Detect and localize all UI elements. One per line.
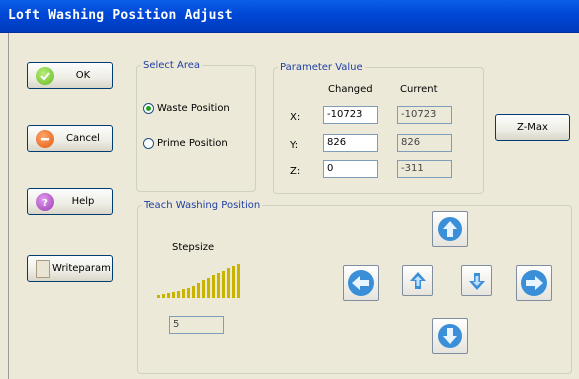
move-down-button[interactable] [432,318,468,354]
z-down-icon [468,272,485,290]
parameter-value-legend: Parameter Value [280,62,363,73]
ok-button-label: OK [75,70,91,81]
ok-button[interactable]: OK [27,62,113,89]
select-area-legend: Select Area [143,60,201,71]
arrow-left-icon [348,270,374,296]
z-down-button[interactable] [461,265,492,296]
stepsize-bars [157,264,240,298]
document-icon [36,259,50,278]
window-left-border [8,33,9,379]
stepsize-value: 5 [169,316,224,334]
y-changed-input[interactable]: 826 [323,134,378,152]
y-axis-label: Y: [290,140,299,151]
cancel-button[interactable]: Cancel [27,125,113,152]
prime-position-radio[interactable] [143,138,154,149]
move-up-button[interactable] [432,211,468,247]
changed-column-header: Changed [328,84,373,95]
z-max-button-label: Z-Max [517,122,548,133]
arrow-right-icon [521,270,547,296]
z-up-icon [409,271,426,289]
waste-position-label[interactable]: Waste Position [157,103,230,114]
x-current-value: -10723 [397,106,452,124]
question-icon: ? [36,192,54,211]
writeparam-button-label: Writeparam [52,263,111,274]
z-axis-label: Z: [290,166,301,177]
teach-washing-legend: Teach Washing Position [144,200,261,211]
z-changed-input[interactable]: 0 [323,160,378,178]
minus-icon [36,129,54,148]
arrow-up-icon [438,217,462,241]
parameter-value-group: Parameter Value [273,62,484,194]
move-left-button[interactable] [343,265,379,301]
writeparam-button[interactable]: Writeparam [27,255,113,282]
current-column-header: Current [400,84,438,95]
help-button[interactable]: ? Help [27,188,113,215]
move-right-button[interactable] [516,265,552,301]
arrow-down-icon [438,324,462,348]
stepsize-slider[interactable] [157,262,245,302]
x-axis-label: X: [290,112,301,123]
window-title: Loft Washing Position Adjust [8,8,233,23]
z-up-button[interactable] [402,265,433,296]
x-changed-input[interactable]: -10723 [323,106,378,124]
check-icon [36,66,54,85]
z-max-button[interactable]: Z-Max [495,114,570,141]
cancel-button-label: Cancel [66,133,100,144]
select-area-group: Select Area [136,60,256,192]
title-bar[interactable]: Loft Washing Position Adjust [0,0,579,33]
dialog-window: Loft Washing Position Adjust OK Cancel ?… [0,0,579,379]
z-current-value: -311 [397,160,452,178]
waste-position-radio[interactable] [143,103,154,114]
svg-text:?: ? [42,198,48,208]
help-button-label: Help [71,196,95,207]
y-current-value: 826 [397,134,452,152]
prime-position-label[interactable]: Prime Position [157,138,228,149]
stepsize-label: Stepsize [172,242,215,253]
